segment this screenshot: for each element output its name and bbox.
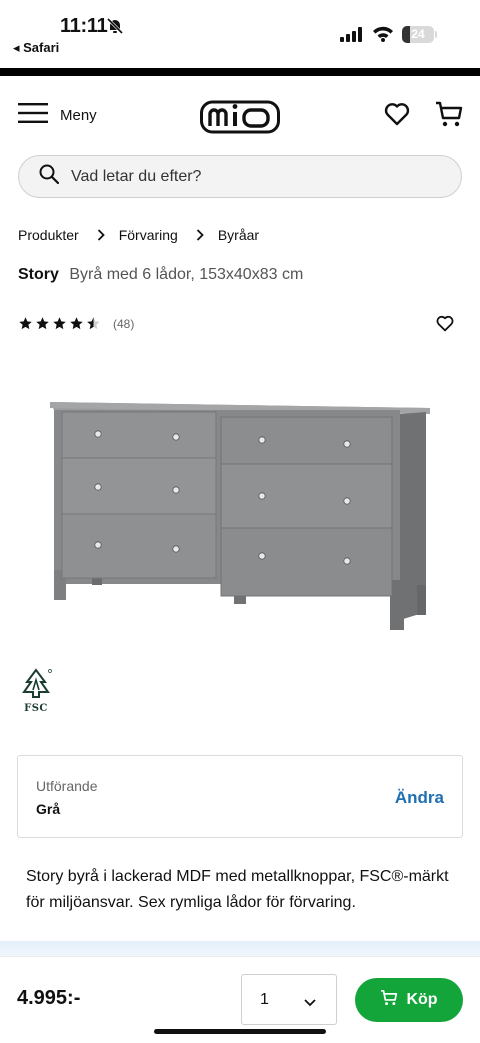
- star-icon: [53, 317, 66, 330]
- purchase-bar: 4.995:- 1 Köp: [0, 956, 480, 1043]
- home-indicator[interactable]: [154, 1029, 326, 1034]
- product-description: Story byrå i lackerad MDF med metallknop…: [26, 868, 449, 911]
- breadcrumb: Produkter Förvaring Byråar: [18, 227, 259, 243]
- breadcrumb-item-forvaring[interactable]: Förvaring: [119, 227, 178, 243]
- menu-label: Meny: [60, 106, 97, 124]
- battery-tip: [435, 31, 437, 38]
- variant-label: Utförande: [36, 778, 98, 794]
- favorite-heart-icon[interactable]: [436, 315, 454, 337]
- cart-icon[interactable]: [435, 100, 463, 133]
- product-brand: Story: [18, 266, 59, 283]
- half-star-icon: [87, 317, 100, 330]
- cellular-signal-icon: [340, 27, 364, 47]
- variant-selector: Utförande Grå Ändra: [17, 755, 463, 838]
- breadcrumb-item-produkter[interactable]: Produkter: [18, 227, 79, 243]
- rating-stars: [18, 316, 101, 331]
- product-image[interactable]: [40, 390, 440, 640]
- breadcrumb-item-byraar[interactable]: Byråar: [218, 227, 259, 243]
- back-to-safari-link[interactable]: ◂ Safari: [13, 40, 59, 56]
- price: 4.995:-: [17, 987, 81, 1009]
- quantity-value: 1: [260, 991, 269, 1008]
- product-subtitle: Byrå med 6 lådor, 153x40x83 cm: [69, 266, 304, 283]
- search-input[interactable]: Vad letar du efter?: [18, 155, 462, 198]
- star-icon: [36, 317, 49, 330]
- status-bar: 11:11 ◂ Safari 24: [0, 0, 480, 66]
- rating-count: (48): [113, 316, 135, 331]
- bell-muted-icon: [106, 17, 124, 35]
- fsc-certification-logo: FSC: [18, 668, 54, 714]
- top-divider: [0, 68, 480, 76]
- buy-label: Köp: [406, 991, 438, 1008]
- battery-icon: 24: [402, 26, 434, 43]
- search-placeholder: Vad letar du efter?: [71, 167, 202, 185]
- chevron-right-icon: [196, 229, 204, 241]
- fsc-tree-icon: [22, 668, 52, 698]
- chevron-down-icon: [304, 994, 316, 1012]
- product-title: Story Byrå med 6 lådor, 153x40x83 cm: [18, 266, 303, 284]
- chevron-right-icon: [97, 229, 105, 241]
- menu-button[interactable]: Meny: [18, 101, 97, 129]
- change-variant-link[interactable]: Ändra: [395, 788, 444, 808]
- status-time: 11:11: [60, 15, 108, 37]
- wishlist-heart-icon[interactable]: [384, 102, 410, 131]
- star-icon: [70, 317, 83, 330]
- site-header: Meny: [0, 76, 480, 154]
- fsc-label: FSC: [24, 703, 48, 714]
- quantity-select[interactable]: 1: [241, 974, 337, 1025]
- battery-level: 24: [411, 27, 425, 41]
- search-icon: [39, 164, 60, 189]
- buy-button[interactable]: Köp: [355, 978, 463, 1022]
- cart-icon: [380, 989, 398, 1011]
- wifi-icon: [372, 25, 394, 47]
- mio-logo[interactable]: [200, 96, 280, 139]
- star-icon: [19, 317, 32, 330]
- rating[interactable]: (48): [18, 316, 134, 331]
- variant-value: Grå: [36, 801, 61, 817]
- hamburger-icon: [18, 102, 48, 129]
